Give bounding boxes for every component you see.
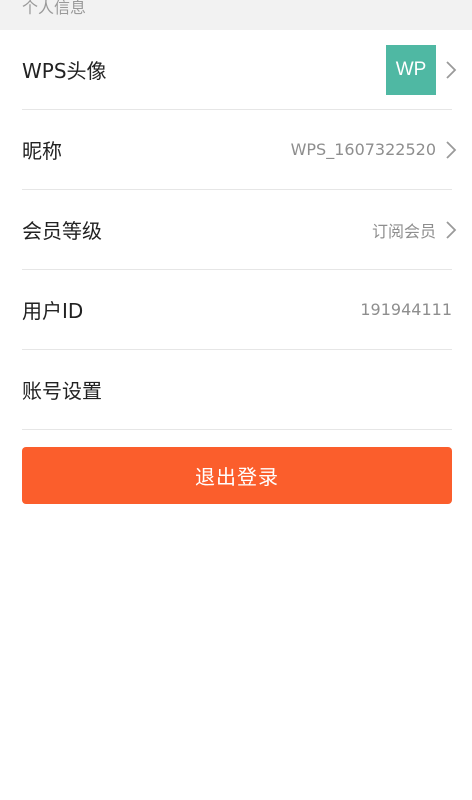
- account-settings-row-label: 账号设置: [22, 379, 102, 403]
- avatar-row-label: WPS头像: [22, 59, 107, 83]
- section-header: 个人信息: [0, 0, 472, 30]
- avatar-text: WP: [395, 58, 427, 80]
- chevron-right-icon: [444, 139, 458, 161]
- section-title: 个人信息: [22, 0, 87, 17]
- chevron-right-icon: [444, 219, 458, 241]
- avatar-row-right: WP: [386, 44, 457, 95]
- nickname-row-label: 昵称: [22, 139, 62, 163]
- user-id-row: 用户ID 191944111: [22, 270, 452, 350]
- nickname-row[interactable]: 昵称 WPS_1607322520: [22, 110, 457, 190]
- membership-value: 订阅会员: [371, 221, 436, 241]
- avatar[interactable]: WP: [386, 44, 436, 95]
- membership-row-right: 订阅会员: [371, 218, 457, 242]
- membership-row-label: 会员等级: [22, 219, 102, 243]
- membership-row[interactable]: 会员等级 订阅会员: [22, 190, 457, 270]
- user-id-row-right: 191944111: [360, 300, 452, 319]
- chevron-right-icon: [444, 59, 458, 81]
- nickname-row-right: WPS_1607322520: [290, 139, 457, 161]
- avatar-row[interactable]: WPS头像 WP: [22, 30, 457, 110]
- profile-list: WPS头像 WP 昵称 WPS_1607322520 会员等级 订阅会员 用户I…: [0, 30, 472, 430]
- account-settings-row[interactable]: 账号设置: [22, 350, 452, 430]
- nickname-value: WPS_1607322520: [290, 140, 436, 159]
- user-id-row-label: 用户ID: [22, 299, 84, 323]
- logout-button[interactable]: 退出登录: [22, 447, 452, 504]
- user-id-value: 191944111: [360, 300, 452, 319]
- profile-page: 个人信息 WPS头像 WP 昵称 WPS_1607322520 会员等级 订阅会…: [0, 0, 472, 800]
